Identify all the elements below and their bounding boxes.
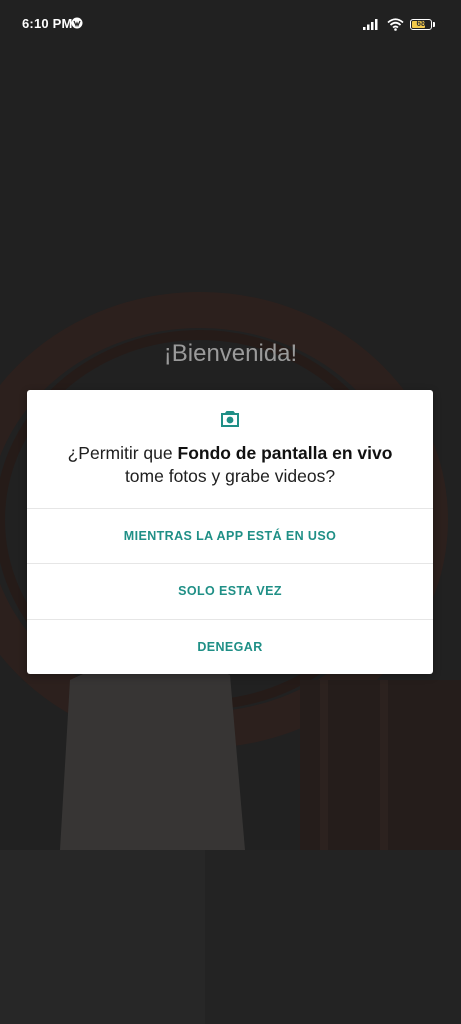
while-in-use-button[interactable]: MIENTRAS LA APP ESTÁ EN USO [27, 508, 433, 563]
dialog-app-name: Fondo de pantalla en vivo [177, 443, 393, 463]
dialog-title: ¿Permitir que Fondo de pantalla en vivo … [47, 442, 413, 488]
screen: 6:10 PM 68 ¡Bienvenida! ¿Permitir que Fo… [0, 0, 461, 1024]
status-time: 6:10 PM [22, 16, 73, 31]
dialog-title-suffix: tome fotos y grabe videos? [124, 466, 336, 486]
status-bar: 6:10 PM 68 [0, 0, 461, 50]
only-this-time-button[interactable]: SOLO ESTA VEZ [27, 563, 433, 618]
battery-level: 68 [416, 18, 426, 28]
notification-icon [71, 17, 83, 29]
permission-dialog: ¿Permitir que Fondo de pantalla en vivo … [27, 390, 433, 674]
status-icons: 68 [363, 17, 435, 31]
dialog-title-prefix: ¿Permitir que [67, 443, 178, 463]
deny-button[interactable]: DENEGAR [27, 619, 433, 674]
battery-icon: 68 [410, 18, 432, 30]
battery-tip [433, 21, 435, 27]
signal-icon [363, 19, 378, 30]
camera-icon [221, 411, 239, 427]
welcome-heading: ¡Bienvenida! [163, 340, 298, 367]
wifi-icon [387, 17, 404, 31]
